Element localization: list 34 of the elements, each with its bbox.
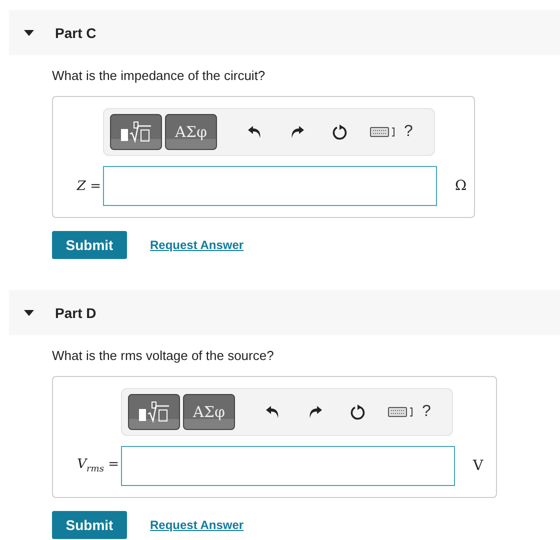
- keyboard-icon[interactable]: [370, 126, 396, 138]
- submit-button[interactable]: Submit: [52, 511, 127, 539]
- reset-icon[interactable]: [332, 124, 348, 140]
- request-answer-link[interactable]: Request Answer: [150, 238, 244, 252]
- help-button[interactable]: ?: [404, 123, 413, 141]
- undo-icon[interactable]: [266, 406, 280, 418]
- reset-icon[interactable]: [350, 404, 366, 420]
- help-button[interactable]: ?: [422, 403, 431, 421]
- variable-label: V$_{rms}$ =: [76, 457, 119, 475]
- part-title: Part D: [55, 304, 96, 320]
- unit-label: V: [473, 458, 484, 474]
- answer-input[interactable]: [103, 166, 437, 206]
- greek-symbols-button[interactable]: ΑΣφ: [165, 114, 217, 150]
- redo-icon[interactable]: [308, 406, 322, 418]
- answer-input[interactable]: [121, 446, 455, 486]
- request-answer-link[interactable]: Request Answer: [150, 518, 244, 532]
- radical-template-icon: [137, 401, 171, 423]
- unit-label: Ω: [455, 178, 467, 194]
- collapse-triangle-icon[interactable]: [24, 30, 34, 36]
- part-header[interactable]: Part C: [9, 10, 560, 55]
- template-button[interactable]: [110, 114, 162, 150]
- greek-symbols-button[interactable]: ΑΣφ: [183, 394, 235, 430]
- submit-button[interactable]: Submit: [52, 231, 127, 259]
- collapse-triangle-icon[interactable]: [24, 310, 34, 316]
- question-text: What is the rms voltage of the source?: [52, 348, 275, 364]
- template-button[interactable]: [128, 394, 180, 430]
- keyboard-icon[interactable]: [388, 406, 414, 418]
- radical-template-icon: [119, 121, 153, 143]
- undo-icon[interactable]: [248, 126, 262, 138]
- part-title: Part C: [55, 24, 96, 40]
- question-text: What is the impedance of the circuit?: [52, 68, 266, 84]
- variable-label: Z =: [76, 178, 101, 194]
- redo-icon[interactable]: [290, 126, 304, 138]
- part-header[interactable]: Part D: [9, 290, 560, 335]
